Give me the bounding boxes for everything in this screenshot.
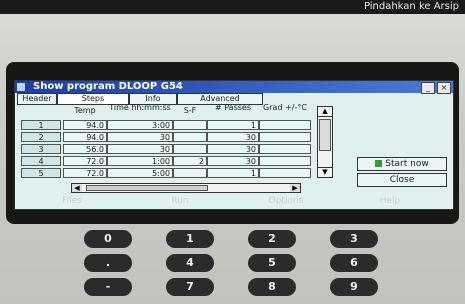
scroll-down-arrow-icon[interactable]: ▼ [318,167,332,177]
window-title: Show program DLOOP G54 [33,81,183,92]
horizontal-scrollbar[interactable]: ◀ ▶ [71,183,301,193]
softkey-bar: Files Run Options Help [14,195,452,207]
start-now-button[interactable]: Start now [357,157,447,171]
row-number: 2 [21,132,61,142]
row-number: 4 [21,156,61,166]
key-0[interactable]: 0 [84,230,132,248]
tab-bar: Header Steps Info Advanced [15,93,453,105]
cell-passes[interactable]: 30 [207,156,259,166]
key-1[interactable]: 1 [166,230,214,248]
cell-time[interactable]: 30 [107,132,173,142]
cell-grad[interactable] [259,144,311,154]
cell-passes[interactable]: 30 [207,144,259,154]
archive-hint-text: Pindahkan ke Arsip [363,1,459,12]
cell-temp[interactable]: 94.0 [63,132,107,142]
cell-grad[interactable] [259,120,311,130]
vertical-scrollbar[interactable]: ▲ ▼ [317,106,333,178]
key-7[interactable]: 7 [166,278,214,296]
key-5[interactable]: 5 [248,254,296,272]
column-header-time: Time hh:mm:ss [109,103,171,112]
scroll-up-arrow-icon[interactable]: ▲ [318,107,332,117]
start-now-label: Start now [385,159,429,169]
column-header-temp: Temp [74,106,96,115]
softkey-files[interactable]: Files [32,195,112,207]
column-header-sf: S-F [183,106,197,115]
cell-passes[interactable]: 1 [207,168,259,178]
numeric-keypad: 0 1 2 3 . 4 5 6 - 7 8 9 [70,228,390,304]
cell-sf[interactable] [173,120,207,130]
cell-grad[interactable] [259,168,311,178]
row-number: 5 [21,168,61,178]
key-6[interactable]: 6 [330,254,378,272]
cell-sf[interactable] [173,132,207,142]
cell-sf[interactable] [173,168,207,178]
cell-grad[interactable] [259,156,311,166]
row-number: 3 [21,144,61,154]
cell-temp[interactable]: 72.0 [63,168,107,178]
softkey-help[interactable]: Help [350,195,430,207]
cell-passes[interactable]: 30 [207,132,259,142]
start-check-icon [375,160,383,167]
column-header-grad: Grad +/-°C [263,103,307,112]
key-decimal[interactable]: . [84,254,132,272]
scroll-left-arrow-icon[interactable]: ◀ [72,184,82,192]
cell-temp[interactable]: 94.0 [63,120,107,130]
steps-table: Temp Time hh:mm:ss S-F # Passes Grad +/-… [15,103,335,193]
window-icon [17,83,25,91]
key-8[interactable]: 8 [248,278,296,296]
close-button[interactable]: Close [357,173,447,187]
cell-temp[interactable]: 72.0 [63,156,107,166]
cell-sf[interactable]: 2 [173,156,207,166]
horizontal-scroll-thumb[interactable] [86,185,208,191]
vertical-scroll-thumb[interactable] [319,119,331,151]
os-top-bar: Pindahkan ke Arsip [0,0,465,14]
cell-time[interactable]: 30 [107,144,173,154]
softkey-options[interactable]: Options [246,195,326,207]
scroll-right-arrow-icon[interactable]: ▶ [290,184,300,192]
key-9[interactable]: 9 [330,278,378,296]
cell-sf[interactable] [173,144,207,154]
row-number: 1 [21,120,61,130]
key-3[interactable]: 3 [330,230,378,248]
cell-time[interactable]: 5:00 [107,168,173,178]
key-minus[interactable]: - [84,278,132,296]
window-title-bar: Show program DLOOP G54 _ × [15,81,453,94]
cell-temp[interactable]: 56.0 [63,144,107,154]
key-4[interactable]: 4 [166,254,214,272]
device-screen: Show program DLOOP G54 _ × Header Steps … [14,80,454,210]
cell-passes[interactable]: 1 [207,120,259,130]
cell-time[interactable]: 3:00 [107,120,173,130]
cell-grad[interactable] [259,132,311,142]
column-header-passes: # Passes [214,103,252,112]
key-2[interactable]: 2 [248,230,296,248]
softkey-run[interactable]: Run [140,195,220,207]
cell-time[interactable]: 1:00 [107,156,173,166]
